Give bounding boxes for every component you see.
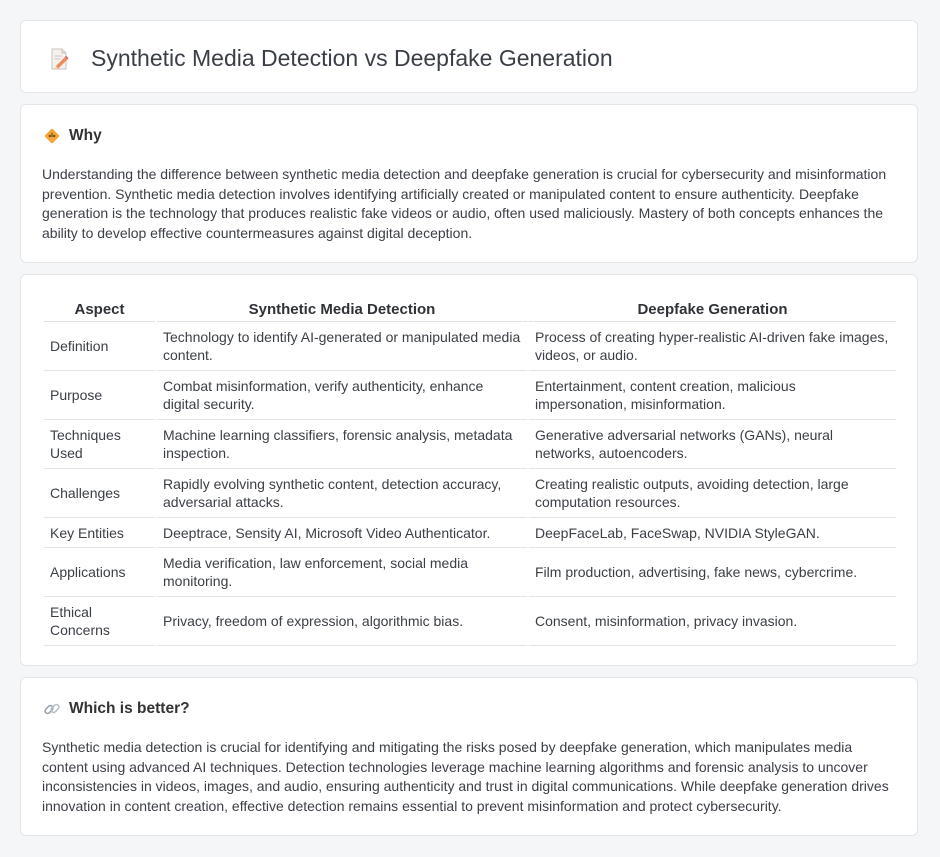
row-generation: Film production, advertising, fake news,… <box>529 548 896 597</box>
table-row: Key Entities Deeptrace, Sensity AI, Micr… <box>44 518 896 548</box>
row-generation: Entertainment, content creation, malicio… <box>529 371 896 420</box>
row-generation: Creating realistic outputs, avoiding det… <box>529 469 896 518</box>
diamond-warning-icon <box>44 128 60 144</box>
table-row: Purpose Combat misinformation, verify au… <box>44 371 896 420</box>
better-heading-row: Which is better? <box>43 700 190 718</box>
row-detection: Rapidly evolving synthetic content, dete… <box>157 469 527 518</box>
table-row: Definition Technology to identify AI-gen… <box>44 322 896 371</box>
row-aspect: Techniques Used <box>44 420 155 469</box>
title-row: Synthetic Media Detection vs Deepfake Ge… <box>47 45 613 72</box>
row-generation: Generative adversarial networks (GANs), … <box>529 420 896 469</box>
link-icon <box>44 703 60 715</box>
header-detection: Synthetic Media Detection <box>157 295 527 322</box>
comparison-table: Aspect Synthetic Media Detection Deepfak… <box>42 295 898 646</box>
header-aspect: Aspect <box>44 295 155 322</box>
why-body: Understanding the difference between syn… <box>42 166 887 241</box>
row-aspect: Applications <box>44 548 155 597</box>
row-aspect: Ethical Concerns <box>44 597 155 646</box>
page-title: Synthetic Media Detection vs Deepfake Ge… <box>91 45 613 71</box>
table-row: Techniques Used Machine learning classif… <box>44 420 896 469</box>
document-pencil-icon <box>51 48 69 69</box>
row-aspect: Purpose <box>44 371 155 420</box>
row-detection: Combat misinformation, verify authentici… <box>157 371 527 420</box>
row-aspect: Key Entities <box>44 518 155 548</box>
table-row: Challenges Rapidly evolving synthetic co… <box>44 469 896 518</box>
row-detection: Media verification, law enforcement, soc… <box>157 548 527 597</box>
header-generation: Deepfake Generation <box>529 295 896 322</box>
which-better-section: Which is better? Synthetic media detecti… <box>20 677 918 836</box>
why-heading-row: Why <box>43 127 102 145</box>
table-row: Ethical Concerns Privacy, freedom of exp… <box>44 597 896 646</box>
title-card: Synthetic Media Detection vs Deepfake Ge… <box>20 20 918 93</box>
row-detection: Deeptrace, Sensity AI, Microsoft Video A… <box>157 518 527 548</box>
row-detection: Privacy, freedom of expression, algorith… <box>157 597 527 646</box>
comparison-section: Aspect Synthetic Media Detection Deepfak… <box>20 274 918 666</box>
row-detection: Technology to identify AI-generated or m… <box>157 322 527 371</box>
row-generation: DeepFaceLab, FaceSwap, NVIDIA StyleGAN. <box>529 518 896 548</box>
row-detection: Machine learning classifiers, forensic a… <box>157 420 527 469</box>
why-section: Why Understanding the difference between… <box>20 104 918 263</box>
row-generation: Consent, misinformation, privacy invasio… <box>529 597 896 646</box>
why-heading: Why <box>69 127 102 144</box>
table-row: Applications Media verification, law enf… <box>44 548 896 597</box>
row-aspect: Challenges <box>44 469 155 518</box>
row-aspect: Definition <box>44 322 155 371</box>
better-heading: Which is better? <box>69 700 190 717</box>
table-header-row: Aspect Synthetic Media Detection Deepfak… <box>44 295 896 322</box>
better-body: Synthetic media detection is crucial for… <box>42 739 889 814</box>
row-generation: Process of creating hyper-realistic AI-d… <box>529 322 896 371</box>
